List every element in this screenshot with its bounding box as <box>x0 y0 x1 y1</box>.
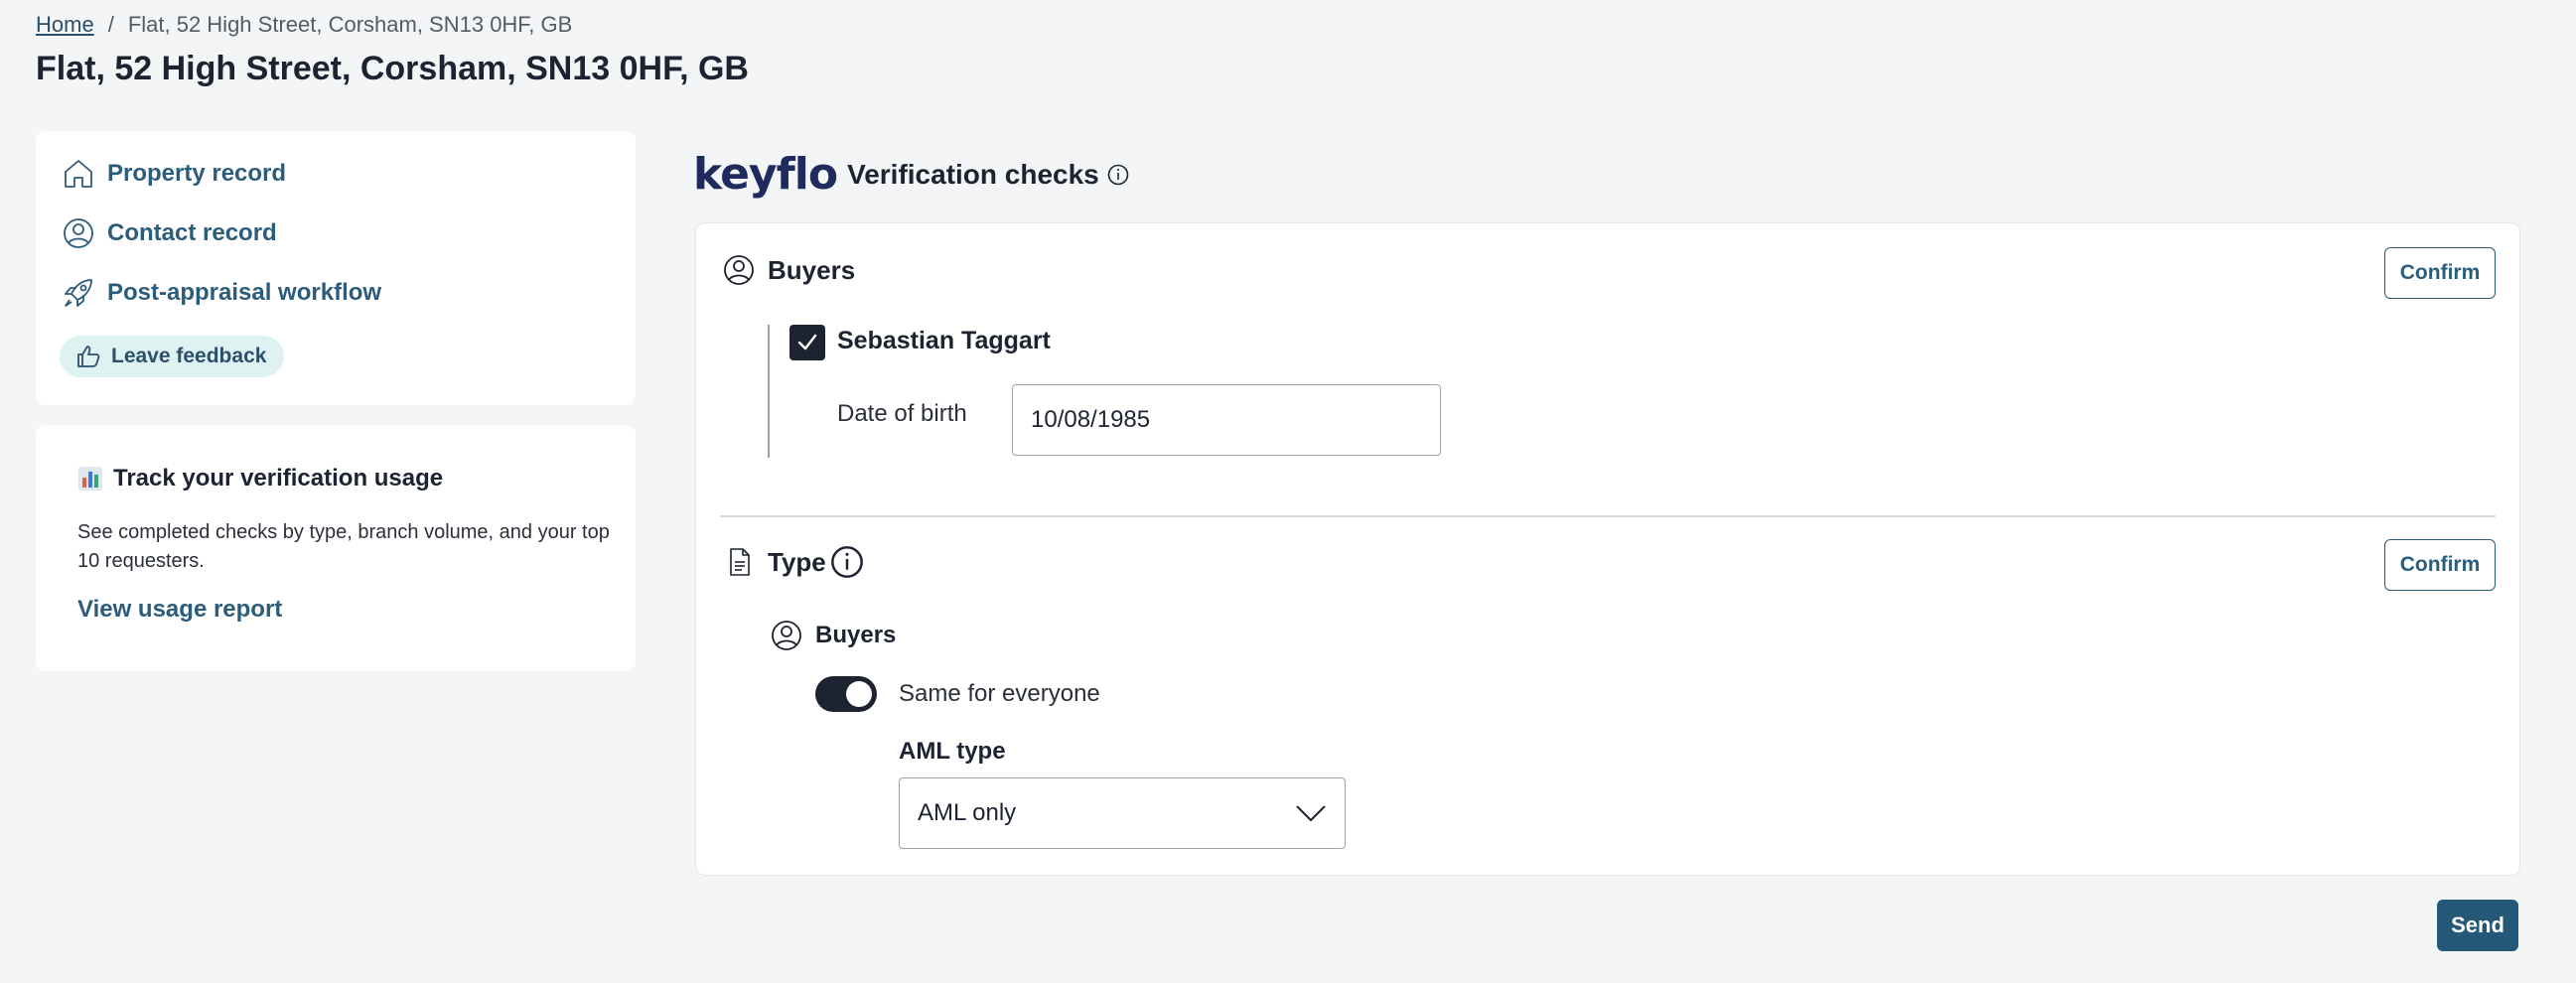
user-circle-icon <box>64 218 93 248</box>
home-icon <box>65 160 92 188</box>
usage-title: Track your verification usage <box>77 465 443 492</box>
sidebar-item-post-appraisal-workflow[interactable]: Post-appraisal workflow <box>62 276 381 310</box>
info-icon[interactable] <box>830 545 864 579</box>
leave-feedback-button[interactable]: Leave feedback <box>60 336 285 377</box>
rocket-icon <box>65 279 92 307</box>
bar-chart-icon <box>78 467 102 491</box>
sidebar-nav-card: Property record Contact record Post-appr… <box>36 131 636 405</box>
buyer-checkbox[interactable] <box>789 325 825 360</box>
type-confirm-button[interactable]: Confirm <box>2384 539 2496 591</box>
aml-type-label: AML type <box>899 738 1006 765</box>
buyer-block-border <box>768 325 770 458</box>
type-section-title: Type <box>768 546 826 577</box>
verification-card: Buyers Confirm Sebastian Taggart Date of… <box>695 222 2520 876</box>
aml-type-select[interactable]: AML only <box>899 777 1346 849</box>
dob-input[interactable]: 10/08/1985 <box>1012 384 1441 456</box>
chevron-down-icon <box>1296 805 1326 821</box>
page-title: Flat, 52 High Street, Corsham, SN13 0HF,… <box>36 50 749 87</box>
section-divider <box>720 515 2496 517</box>
buyers-confirm-button[interactable]: Confirm <box>2384 247 2496 299</box>
user-circle-icon <box>724 255 754 285</box>
checkmark-icon <box>797 334 817 351</box>
type-buyers-title: Buyers <box>815 622 897 648</box>
toggle-knob <box>846 681 872 707</box>
verification-header: keyflo Verification checks <box>693 149 1129 200</box>
leave-feedback-label: Leave feedback <box>111 345 267 367</box>
sidebar-item-label: Property record <box>107 160 287 187</box>
verification-heading: Verification checks <box>847 158 1099 190</box>
usage-description: See completed checks by type, branch vol… <box>77 521 610 572</box>
sidebar-item-contact-record[interactable]: Contact record <box>62 216 277 250</box>
sidebar-item-label: Contact record <box>107 219 277 246</box>
keyflo-logo: keyflo <box>693 149 838 200</box>
send-button[interactable]: Send <box>2437 900 2518 951</box>
dob-label: Date of birth <box>837 400 967 427</box>
sidebar-item-property-record[interactable]: Property record <box>62 157 286 191</box>
breadcrumb: Home / Flat, 52 High Street, Corsham, SN… <box>36 12 572 38</box>
same-for-everyone-toggle[interactable] <box>815 676 877 712</box>
info-icon[interactable] <box>1107 164 1129 186</box>
aml-type-value: AML only <box>918 799 1017 826</box>
buyers-section-header: Buyers <box>722 253 855 287</box>
toggle-label: Same for everyone <box>899 680 1100 707</box>
view-usage-report-link[interactable]: View usage report <box>77 596 282 624</box>
thumbs-up-icon <box>77 346 100 367</box>
breadcrumb-separator: / <box>107 12 114 37</box>
buyers-section-title: Buyers <box>768 254 856 285</box>
sidebar-item-label: Post-appraisal workflow <box>107 279 382 306</box>
user-circle-icon <box>772 621 801 650</box>
usage-title-text: Track your verification usage <box>113 465 444 492</box>
document-icon <box>730 548 750 576</box>
type-section-header: Type <box>722 545 876 579</box>
buyer-name: Sebastian Taggart <box>837 327 1051 354</box>
breadcrumb-home-link[interactable]: Home <box>36 12 94 38</box>
type-buyers-subheader: Buyers <box>770 619 896 652</box>
usage-card: Track your verification usage See comple… <box>36 425 636 671</box>
breadcrumb-current: Flat, 52 High Street, Corsham, SN13 0HF,… <box>127 12 573 37</box>
